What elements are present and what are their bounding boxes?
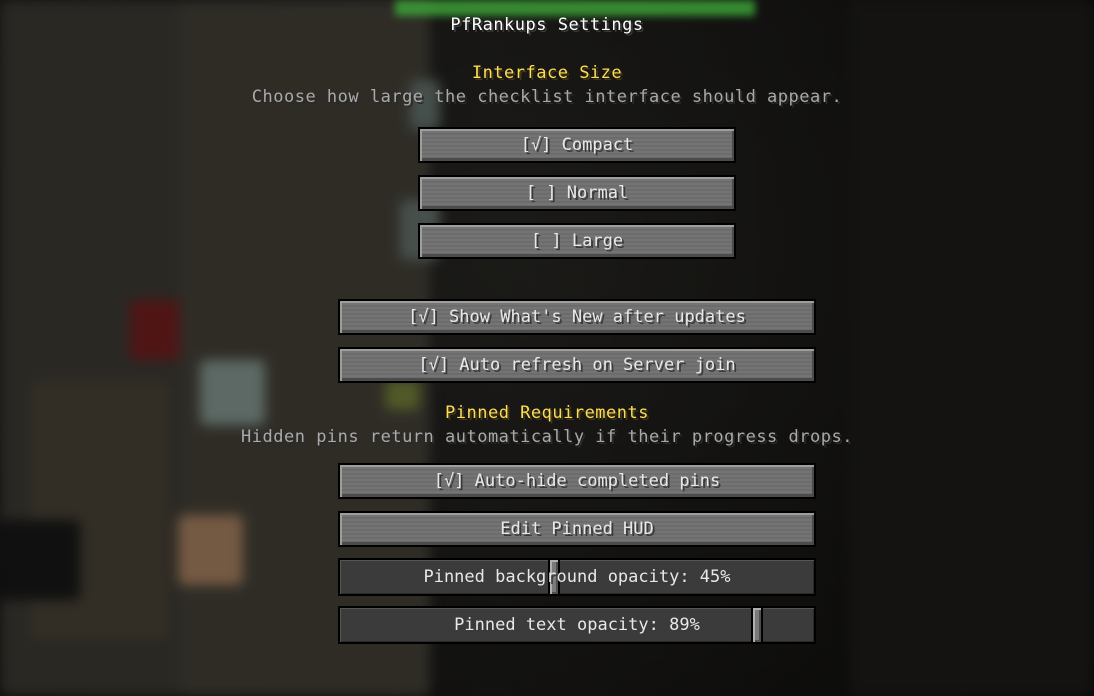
pinned-requirements-description: Hidden pins return automatically if thei…: [241, 427, 853, 447]
size-compact-button[interactable]: [√] Compact: [418, 127, 736, 163]
size-large-button[interactable]: [ ] Large: [418, 223, 736, 259]
auto-hide-pins-toggle[interactable]: [√] Auto-hide completed pins: [338, 463, 816, 499]
screen-title: PfRankups Settings: [450, 15, 644, 35]
slider-label: Pinned background opacity: 45%: [423, 567, 731, 587]
interface-size-heading: Interface Size: [471, 63, 623, 83]
pinned-requirements-heading: Pinned Requirements: [445, 403, 649, 423]
slider-label: Pinned text opacity: 89%: [454, 615, 700, 635]
interface-size-description: Choose how large the checklist interface…: [251, 87, 843, 107]
pinned-text-opacity-slider[interactable]: Pinned text opacity: 89%: [338, 606, 816, 644]
show-whats-new-toggle[interactable]: [√] Show What's New after updates: [338, 299, 816, 335]
pinned-background-opacity-slider[interactable]: Pinned background opacity: 45%: [338, 558, 816, 596]
size-normal-button[interactable]: [ ] Normal: [418, 175, 736, 211]
auto-refresh-toggle[interactable]: [√] Auto refresh on Server join: [338, 347, 816, 383]
top-green-bar: [395, 0, 755, 16]
edit-pinned-hud-button[interactable]: Edit Pinned HUD: [338, 511, 816, 547]
